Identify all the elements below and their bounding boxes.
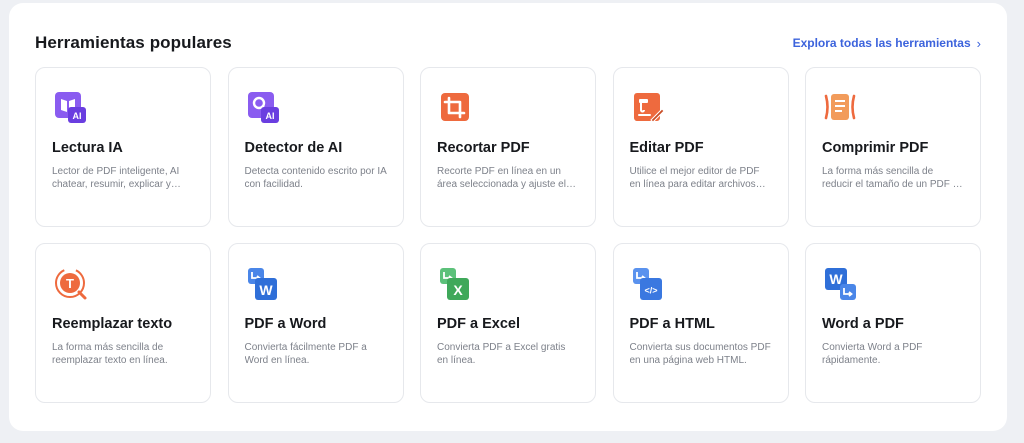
tool-title: Reemplazar texto (52, 316, 173, 332)
tool-description: Recorte PDF en línea en un área seleccio… (437, 166, 576, 190)
svg-text:W: W (259, 282, 273, 298)
tool-description: Utilice el mejor editor de PDF en línea … (629, 166, 766, 190)
tool-description: Detecta contenido escrito por IA con fac… (244, 166, 387, 190)
tool-title: Recortar PDF (437, 140, 530, 156)
tool-card-pdf-a-excel[interactable]: X PDF a Excel Convierta PDF a Excel grat… (420, 243, 596, 403)
tool-title: PDF a HTML (629, 316, 715, 332)
pdf-to-html-icon: </> (630, 266, 666, 302)
tool-card-comprimir-pdf[interactable]: Comprimir PDF La forma más sencilla de r… (805, 67, 981, 227)
tool-title: PDF a Word (244, 316, 327, 332)
pdf-to-excel-icon: X (437, 266, 473, 302)
crop-icon (437, 90, 473, 126)
tool-card-recortar-pdf[interactable]: Recortar PDF Recorte PDF en línea en un … (420, 67, 596, 227)
tool-description: La forma más sencilla de reducir el tama… (822, 166, 963, 190)
svg-text:T: T (66, 276, 74, 291)
word-to-pdf-icon: W (822, 266, 858, 302)
svg-text:AI: AI (73, 111, 82, 121)
tool-card-detector-de-ai[interactable]: AI Detector de AI Detecta contenido escr… (227, 67, 404, 227)
tool-description: La forma más sencilla de reemplazar text… (52, 342, 168, 366)
ai-reading-icon: AI (52, 90, 88, 126)
tool-title: Editar PDF (629, 140, 704, 156)
explore-all-tools-label: Explora todas las herramientas (792, 36, 971, 50)
tool-title: PDF a Excel (437, 316, 521, 332)
svg-text:AI: AI (265, 111, 274, 121)
tool-card-pdf-a-html[interactable]: </> PDF a HTML Convierta sus documentos … (612, 243, 789, 403)
tool-description: Convierta PDF a Excel gratis en línea. (437, 342, 566, 366)
ai-detector-icon: AI (245, 90, 281, 126)
section-header: Herramientas populares Explora todas las… (35, 31, 981, 55)
compress-icon (822, 90, 858, 126)
chevron-right-icon: › (976, 35, 981, 51)
tool-title: Word a PDF (822, 316, 904, 332)
popular-tools-panel: Herramientas populares Explora todas las… (9, 3, 1007, 431)
tool-description: Convierta Word a PDF rápidamente. (822, 342, 923, 366)
tools-grid: AI Lectura IA Lector de PDF inteligente,… (35, 67, 981, 403)
svg-text:</>: </> (644, 286, 657, 296)
explore-all-tools-link[interactable]: Explora todas las herramientas › (793, 36, 981, 51)
tool-card-pdf-a-word[interactable]: W PDF a Word Convierta fácilmente PDF a … (227, 243, 404, 403)
tool-title: Lectura IA (52, 140, 123, 156)
tool-title: Comprimir PDF (822, 140, 929, 156)
section-title: Herramientas populares (35, 33, 232, 52)
tool-description: Lector de PDF inteligente, AI chatear, r… (52, 166, 181, 190)
tool-title: Detector de AI (244, 140, 343, 156)
svg-text:X: X (453, 282, 463, 298)
edit-pdf-icon (630, 90, 666, 126)
pdf-to-word-icon: W (245, 266, 281, 302)
tool-description: Convierta fácilmente PDF a Word en línea… (244, 342, 367, 366)
tool-description: Convierta sus documentos PDF en una pági… (629, 342, 771, 366)
tool-card-lectura-ia[interactable]: AI Lectura IA Lector de PDF inteligente,… (35, 67, 211, 227)
tool-card-editar-pdf[interactable]: Editar PDF Utilice el mejor editor de PD… (612, 67, 789, 227)
replace-text-icon: T (52, 266, 88, 302)
tool-card-reemplazar-texto[interactable]: T Reemplazar texto La forma más sencilla… (35, 243, 211, 403)
tool-card-word-a-pdf[interactable]: W Word a PDF Convierta Word a PDF rápida… (805, 243, 981, 403)
